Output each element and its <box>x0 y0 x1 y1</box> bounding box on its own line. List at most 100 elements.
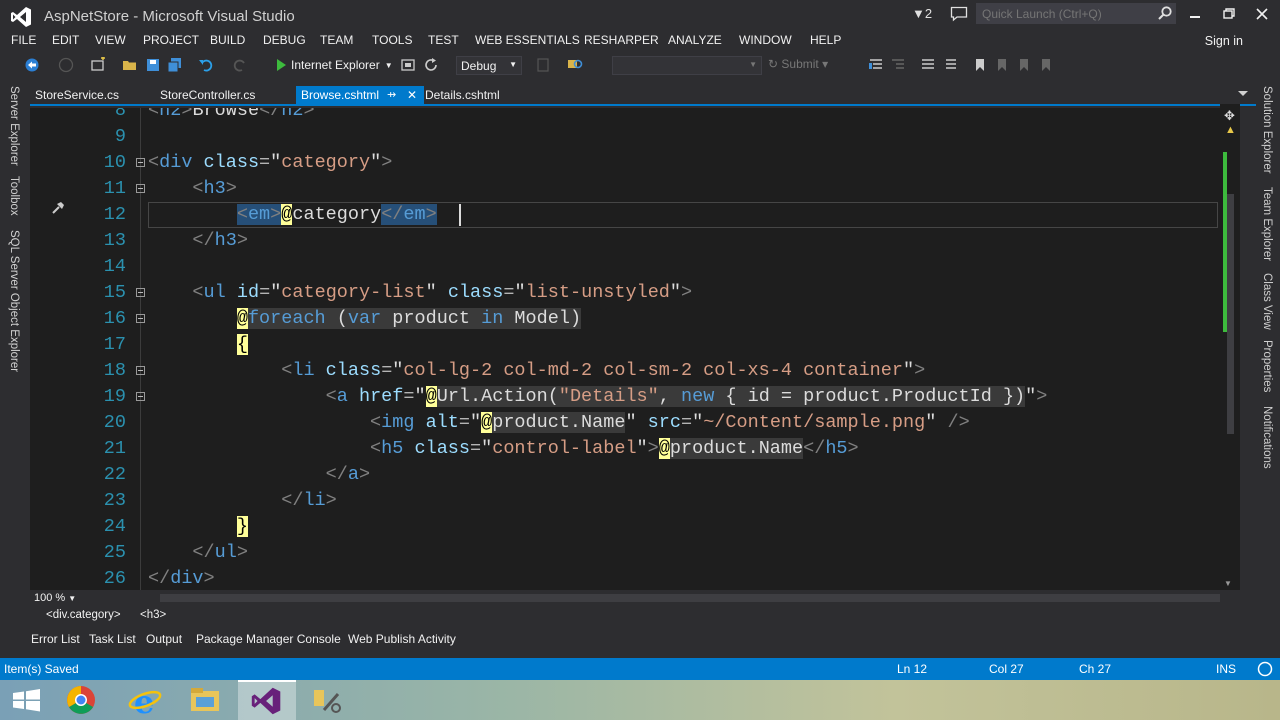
tab-details[interactable]: Details.cshtml <box>420 86 505 105</box>
open-file-icon[interactable] <box>122 57 138 73</box>
menu-test[interactable]: TEST <box>428 33 459 47</box>
menu-window[interactable]: WINDOW <box>739 33 792 47</box>
team-explorer-tab[interactable]: Team Explorer <box>1261 187 1273 261</box>
code-text: </div> <box>148 568 215 589</box>
line-number: 26 <box>103 568 126 589</box>
comment-lines-icon[interactable] <box>920 57 936 73</box>
tab-storecontroller[interactable]: StoreController.cs <box>155 86 260 105</box>
code-text: { <box>236 334 248 355</box>
horizontal-scrollbar[interactable] <box>160 594 1220 602</box>
redo-icon[interactable] <box>232 57 248 73</box>
solution-explorer-tab[interactable]: Solution Explorer <box>1261 86 1273 174</box>
visual-studio-taskbar-icon[interactable] <box>238 680 296 720</box>
format-document-icon[interactable] <box>868 57 884 73</box>
notifications-tab[interactable]: Notifications <box>1261 406 1273 469</box>
scroll-down-icon[interactable]: ▼ <box>1224 579 1232 588</box>
menu-view[interactable]: VIEW <box>95 33 126 47</box>
collapse-region-icon[interactable] <box>136 288 145 297</box>
tab-web-publish-activity[interactable]: Web Publish Activity <box>348 632 456 646</box>
menu-project[interactable]: PROJECT <box>143 33 199 47</box>
browser-link-icon[interactable] <box>400 57 416 73</box>
tab-task-list[interactable]: Task List <box>89 632 136 646</box>
windows-start-icon[interactable] <box>0 680 58 720</box>
menu-team[interactable]: TEAM <box>320 33 353 47</box>
tools-app-icon[interactable] <box>298 680 356 720</box>
code-line: 8 <h2>Browse</h2> <box>30 108 1220 124</box>
undo-icon[interactable] <box>198 57 214 73</box>
solution-configuration-select[interactable]: Debug ▼ <box>456 56 522 75</box>
sign-in-link[interactable]: Sign in <box>1205 34 1243 48</box>
navigate-forward-icon[interactable] <box>58 57 74 73</box>
collapse-region-icon[interactable] <box>136 392 145 401</box>
file-explorer-icon[interactable] <box>176 680 234 720</box>
line-number: 22 <box>103 464 126 485</box>
submit-button[interactable]: ↻ Submit ▾ <box>768 57 828 71</box>
code-text: </ul> <box>192 542 248 563</box>
menu-debug[interactable]: DEBUG <box>263 33 306 47</box>
menu-analyze[interactable]: ANALYZE <box>668 33 722 47</box>
close-window-button[interactable] <box>1248 4 1276 24</box>
tab-output[interactable]: Output <box>146 632 182 646</box>
previous-bookmark-icon[interactable] <box>994 57 1010 73</box>
attach-icon[interactable] <box>535 57 551 73</box>
tab-overflow-chevron-icon[interactable] <box>1238 91 1248 96</box>
save-icon[interactable] <box>145 57 161 73</box>
new-project-icon[interactable] <box>90 57 106 73</box>
restore-button[interactable] <box>1215 4 1243 24</box>
navigate-back-icon[interactable] <box>24 57 40 73</box>
platform-select[interactable]: ▼ <box>612 56 762 75</box>
collapse-region-icon[interactable] <box>136 158 145 167</box>
server-explorer-tab[interactable]: Server Explorer <box>8 86 20 166</box>
class-view-tab[interactable]: Class View <box>1261 273 1273 330</box>
chrome-icon[interactable] <box>52 680 110 720</box>
uncomment-lines-icon[interactable] <box>942 57 958 73</box>
breadcrumb-h3[interactable]: <h3> <box>140 609 166 621</box>
internet-explorer-icon[interactable]: e <box>116 680 174 720</box>
tab-error-list[interactable]: Error List <box>31 632 80 646</box>
toolbox-tab[interactable]: Toolbox <box>8 176 20 216</box>
collapse-region-icon[interactable] <box>136 184 145 193</box>
menu-web-essentials[interactable]: WEB ESSENTIALS <box>475 33 580 47</box>
feedback-icon[interactable] <box>950 6 968 22</box>
refresh-icon[interactable] <box>423 57 439 73</box>
tab-label: StoreService.cs <box>35 88 120 102</box>
code-line: 13 </h3> <box>30 228 1220 254</box>
search-icon[interactable] <box>1158 6 1172 20</box>
properties-tab[interactable]: Properties <box>1261 340 1273 392</box>
code-editor[interactable]: 8 <h2>Browse</h2> 9 10 <div class="categor… <box>30 108 1226 590</box>
vertical-scrollbar[interactable]: ✥ ▲ ▼ <box>1220 104 1240 590</box>
zoom-level[interactable]: 100 % ▼ <box>34 592 76 604</box>
notifications-flag[interactable]: ▼2 <box>912 6 932 21</box>
pin-icon[interactable]: ⇸ <box>387 88 396 101</box>
start-debugging-button[interactable]: Internet Explorer ▼ <box>277 56 393 74</box>
menu-help[interactable]: HELP <box>810 33 841 47</box>
breadcrumb-div-category[interactable]: <div.category> <box>46 609 121 621</box>
clear-bookmarks-icon[interactable] <box>1038 57 1054 73</box>
scroll-thumb[interactable] <box>1227 194 1234 434</box>
minimize-button[interactable] <box>1181 4 1209 24</box>
tab-label: Details.cshtml <box>425 88 500 102</box>
menu-file[interactable]: FILE <box>11 33 36 47</box>
menu-resharper[interactable]: RESHARPER <box>584 33 659 47</box>
close-icon[interactable]: ✕ <box>407 88 417 102</box>
collapse-region-icon[interactable] <box>136 366 145 375</box>
status-indicator-icon[interactable] <box>1257 661 1273 677</box>
tab-label: StoreController.cs <box>160 88 256 102</box>
next-bookmark-icon[interactable] <box>1016 57 1032 73</box>
collapse-region-icon[interactable] <box>136 314 145 323</box>
menu-tools[interactable]: TOOLS <box>372 33 412 47</box>
menu-edit[interactable]: EDIT <box>52 33 79 47</box>
split-icon[interactable]: ✥ <box>1224 108 1235 124</box>
bookmark-icon[interactable] <box>972 57 988 73</box>
tab-storeservice[interactable]: StoreService.cs <box>30 86 124 105</box>
outdent-icon[interactable] <box>890 57 906 73</box>
menu-build[interactable]: BUILD <box>210 33 245 47</box>
tab-package-manager-console[interactable]: Package Manager Console <box>196 632 341 646</box>
code-line: 20 <img alt="@product.Name" src="~/Conte… <box>30 410 1220 436</box>
find-in-files-icon[interactable] <box>567 57 583 73</box>
sql-server-object-explorer-tab[interactable]: SQL Server Object Explorer <box>8 230 20 372</box>
code-text: <ul id="category-list" class="list-unsty… <box>192 282 693 303</box>
quick-launch-input[interactable] <box>976 3 1176 24</box>
tab-browse[interactable]: Browse.cshtml ⇸ ✕ <box>296 86 424 105</box>
save-all-icon[interactable] <box>167 57 183 73</box>
